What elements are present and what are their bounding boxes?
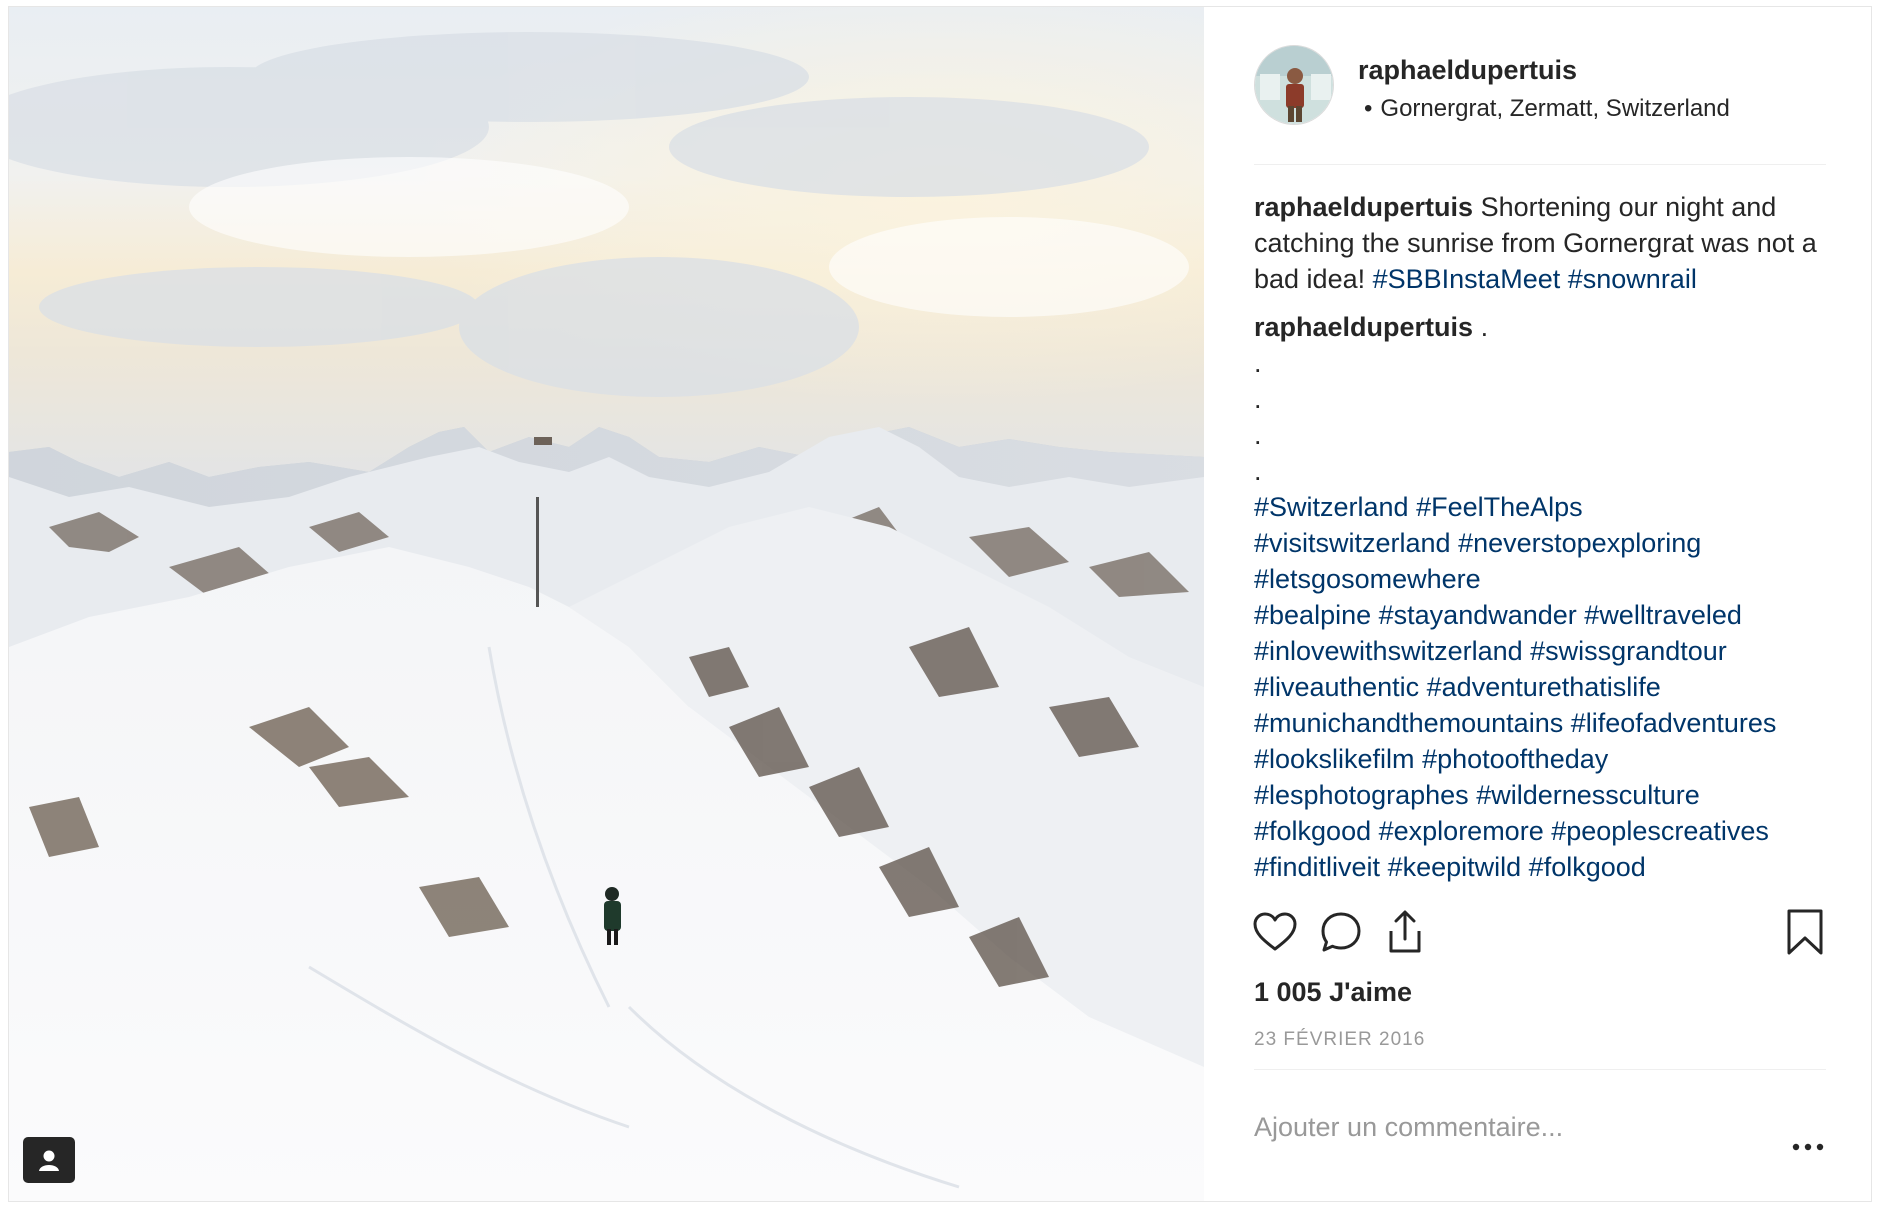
hashtag-line: #lookslikefilm #photooftheday [1254,741,1834,777]
hashtag-link[interactable]: #liveauthentic [1254,672,1419,702]
hashtag-link[interactable]: #inlovewithswitzerland [1254,636,1523,666]
comment-icon[interactable] [1316,907,1366,957]
hashtag-line: #lesphotographes #wildernessculture [1254,777,1834,813]
hashtag-link[interactable]: #exploremore [1379,816,1544,846]
comment-hashtags: #Switzerland #FeelTheAlps #visitswitzerla… [1254,489,1834,885]
post-header: raphaeldupertuis • Gornergrat, Zermatt, S… [1254,45,1826,165]
caption-username[interactable]: raphaeldupertuis [1254,192,1473,222]
hashtag-line: #bealpine #stayandwander #welltraveled [1254,597,1834,633]
hashtag-link[interactable]: #SBBInstaMeet [1373,264,1561,294]
location-link[interactable]: • Gornergrat, Zermatt, Switzerland [1364,95,1730,123]
caption: raphaeldupertuis Shortening our night an… [1254,189,1834,297]
post-photo[interactable] [9,7,1204,1201]
hashtag-link[interactable]: #snownrail [1568,264,1697,294]
hashtag-link[interactable]: #Switzerland [1254,492,1409,522]
hashtag-link[interactable]: #FeelTheAlps [1416,492,1583,522]
hashtag-link[interactable]: #stayandwander [1379,600,1577,630]
bookmark-icon[interactable] [1780,907,1830,957]
hashtag-line: #letsgosomewhere [1254,561,1834,597]
comment: raphaeldupertuis . . . . . #Switzerland … [1254,309,1834,885]
more-options-icon[interactable] [1788,1135,1828,1159]
hashtag-link[interactable]: #folkgood [1529,852,1646,882]
hashtag-link[interactable]: #visitswitzerland [1254,528,1451,558]
action-bar [1253,907,1826,961]
like-count[interactable]: 1 005 J'aime [1254,977,1412,1008]
hashtag-link[interactable]: #letsgosomewhere [1254,564,1481,594]
hashtag-line: #liveauthentic #adventurethatislife [1254,669,1834,705]
hashtag-line: #munichandthemountains #lifeofadventures [1254,705,1834,741]
hashtag-line: #Switzerland #FeelTheAlps [1254,489,1834,525]
comment-header: raphaeldupertuis . [1254,309,1834,345]
hashtag-link[interactable]: #peoplescreatives [1551,816,1769,846]
post-container: raphaeldupertuis • Gornergrat, Zermatt, S… [8,6,1872,1202]
hashtag-link[interactable]: #keepitwild [1388,852,1522,882]
comment-input[interactable] [1254,1107,1734,1147]
hashtag-link[interactable]: #welltraveled [1584,600,1742,630]
caption-area: raphaeldupertuis Shortening our night an… [1254,189,1834,885]
avatar[interactable] [1254,45,1334,125]
hashtag-link[interactable]: #munichandthemountains [1254,708,1563,738]
post-sidebar: raphaeldupertuis • Gornergrat, Zermatt, S… [1204,7,1871,1201]
comment-first-line: . [1480,312,1489,342]
share-icon[interactable] [1380,907,1430,957]
hashtag-link[interactable]: #wildernessculture [1476,780,1700,810]
location-text: Gornergrat, Zermatt, Switzerland [1380,95,1730,122]
comment-username[interactable]: raphaeldupertuis [1254,312,1473,342]
hashtag-link[interactable]: #lookslikefilm [1254,744,1415,774]
hashtag-link[interactable]: #folkgood [1254,816,1371,846]
hashtag-link[interactable]: #photooftheday [1422,744,1608,774]
hashtag-line: #finditliveit #keepitwild #folkgood [1254,849,1834,885]
comment-dot: . [1254,348,1262,378]
hashtag-line: #visitswitzerland #neverstopexploring [1254,525,1834,561]
divider [1254,1069,1826,1070]
location-dot: • [1364,95,1373,122]
comment-dot: . [1254,456,1262,486]
heart-icon[interactable] [1250,907,1300,957]
mountain-photo [9,7,1204,1201]
hashtag-line: #folkgood #exploremore #peoplescreatives [1254,813,1834,849]
hashtag-link[interactable]: #adventurethatislife [1427,672,1661,702]
hashtag-link[interactable]: #finditliveit [1254,852,1380,882]
hashtag-link[interactable]: #lifeofadventures [1571,708,1777,738]
header-username[interactable]: raphaeldupertuis [1358,55,1577,86]
post-date[interactable]: 23 FÉVRIER 2016 [1254,1029,1425,1051]
comment-dot: . [1254,420,1262,450]
hashtag-line: #inlovewithswitzerland #swissgrandtour [1254,633,1834,669]
user-tag-icon[interactable] [23,1137,75,1183]
hashtag-link[interactable]: #swissgrandtour [1530,636,1727,666]
hashtag-link[interactable]: #bealpine [1254,600,1371,630]
hashtag-link[interactable]: #neverstopexploring [1458,528,1701,558]
comment-dot: . [1254,384,1262,414]
hashtag-link[interactable]: #lesphotographes [1254,780,1469,810]
